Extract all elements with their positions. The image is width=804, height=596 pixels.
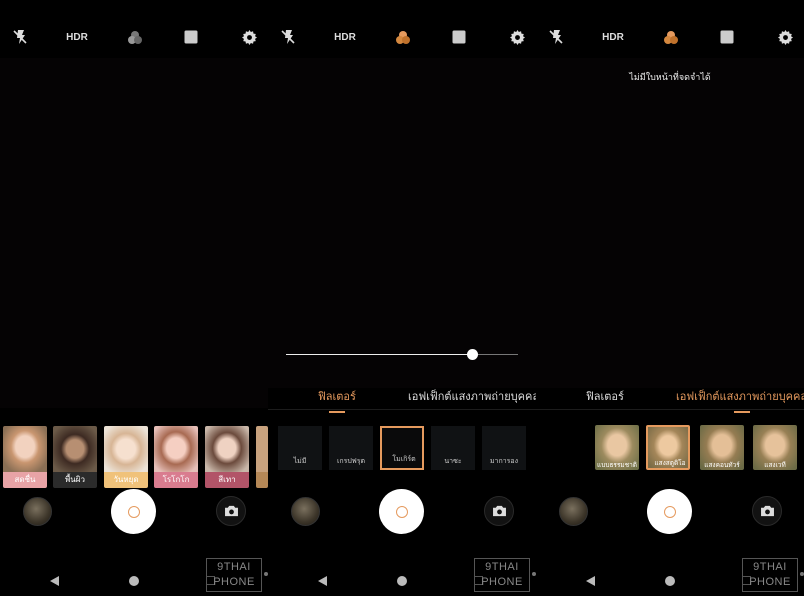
filter-tile[interactable]: นาซะ (431, 426, 475, 470)
filter-label: โรโกโก (154, 472, 198, 488)
lighting-effect-tile[interactable]: แสงเวที (753, 425, 797, 470)
filter-icon[interactable] (394, 28, 412, 46)
viewfinder[interactable] (536, 58, 804, 388)
filter-thumbnail[interactable]: สีเทา (205, 426, 249, 488)
shutter-button[interactable] (379, 489, 424, 534)
switch-camera-button[interactable] (216, 496, 246, 526)
watermark-logo: 9THAI PHONE (474, 558, 536, 592)
filter-tile[interactable]: เกรปฟรุต (329, 426, 373, 470)
filter-thumbnail[interactable]: สดชื่น (3, 426, 47, 488)
back-icon[interactable] (50, 576, 59, 586)
filter-label: วันหยุด (104, 472, 148, 488)
viewfinder[interactable] (0, 58, 268, 408)
filter-strip: สดชื่น พื้นผิว วันหยุด โรโกโก สีเทา (0, 426, 268, 490)
mode-tabs: ฟิลเตอร์ เอฟเฟ็กต์แสงภาพถ่ายบุคคล (268, 384, 536, 410)
gallery-thumbnail[interactable] (559, 497, 588, 526)
filter-thumbnail[interactable] (256, 426, 268, 488)
flash-off-icon[interactable] (280, 28, 296, 46)
camera-screen-portrait-lighting: HDR ไม่มีใบหน้าที่จดจำได้ ฟิลเตอร์ เอฟเฟ… (536, 0, 804, 596)
camera-switch-icon (224, 505, 238, 517)
slider-knob[interactable] (467, 349, 478, 360)
aspect-ratio-icon[interactable] (183, 28, 199, 46)
home-icon[interactable] (129, 576, 139, 586)
lighting-effect-tile-selected[interactable]: แสงสตูดิโอ (646, 425, 690, 470)
filter-tile[interactable]: มาการอง (482, 426, 526, 470)
filter-label: สดชื่น (3, 472, 47, 488)
gear-icon[interactable] (508, 28, 526, 46)
filter-thumbnail[interactable]: วันหยุด (104, 426, 148, 488)
watermark-logo: 9THAI PHONE (742, 558, 804, 592)
lighting-effect-tile[interactable]: แสงคอนทัวร์ (700, 425, 744, 470)
camera-screen-filters: HDR ฟิลเตอร์ เอฟเฟ็กต์แสงภาพถ่ายบุคคล ไม… (268, 0, 536, 596)
hdr-button[interactable]: HDR (62, 28, 92, 46)
filter-icon[interactable] (662, 28, 680, 46)
camera-top-bar: HDR (0, 22, 268, 52)
tab-portrait-lighting[interactable]: เอฟเฟ็กต์แสงภาพถ่ายบุคคล (408, 387, 536, 405)
mode-tabs: ฟิลเตอร์ เอฟเฟ็กต์แสงภาพถ่ายบุคคล (536, 384, 804, 410)
aspect-ratio-icon[interactable] (719, 28, 735, 46)
filter-intensity-slider[interactable] (286, 349, 518, 366)
shutter-ring-icon (395, 505, 408, 518)
gear-icon[interactable] (776, 28, 794, 46)
no-face-notice: ไม่มีใบหน้าที่จดจำได้ (629, 73, 711, 83)
filter-tile[interactable]: ไม่มี (278, 426, 322, 470)
camera-screen-filters-preview: HDR สดชื่น พื้นผิว วันหยุด โรโกโก สีเทา … (0, 0, 268, 596)
filter-label: พื้นผิว (53, 472, 97, 488)
home-icon[interactable] (665, 576, 675, 586)
hdr-button[interactable]: HDR (330, 28, 360, 46)
gear-icon[interactable] (240, 28, 258, 46)
shutter-button[interactable] (647, 489, 692, 534)
gallery-thumbnail[interactable] (23, 497, 52, 526)
back-icon[interactable] (586, 576, 595, 586)
shutter-ring-icon (663, 505, 676, 518)
tab-portrait-lighting[interactable]: เอฟเฟ็กต์แสงภาพถ่ายบุคคล (676, 387, 804, 405)
hdr-button[interactable]: HDR (598, 28, 628, 46)
filter-tile-selected[interactable]: โมเกิร์ต (380, 426, 424, 470)
camera-top-bar: HDR (536, 22, 804, 52)
camera-switch-icon (760, 505, 774, 517)
tab-filters[interactable]: ฟิลเตอร์ (586, 387, 624, 405)
lighting-effect-tile[interactable]: แบบธรรมชาติ (595, 425, 639, 470)
filter-thumbnail[interactable]: โรโกโก (154, 426, 198, 488)
filter-label: สีเทา (205, 472, 249, 488)
camera-switch-icon (492, 505, 506, 517)
viewfinder[interactable] (268, 58, 536, 388)
back-icon[interactable] (318, 576, 327, 586)
shutter-ring-icon (127, 505, 140, 518)
camera-top-bar: HDR (268, 22, 536, 52)
home-icon[interactable] (397, 576, 407, 586)
filter-thumbnail[interactable]: พื้นผิว (53, 426, 97, 488)
filter-icon[interactable] (126, 28, 144, 46)
switch-camera-button[interactable] (484, 496, 514, 526)
shutter-button[interactable] (111, 489, 156, 534)
aspect-ratio-icon[interactable] (451, 28, 467, 46)
watermark-logo: 9THAI PHONE (206, 558, 268, 592)
flash-off-icon[interactable] (12, 28, 28, 46)
tab-filters[interactable]: ฟิลเตอร์ (318, 387, 356, 405)
gallery-thumbnail[interactable] (291, 497, 320, 526)
switch-camera-button[interactable] (752, 496, 782, 526)
flash-off-icon[interactable] (548, 28, 564, 46)
